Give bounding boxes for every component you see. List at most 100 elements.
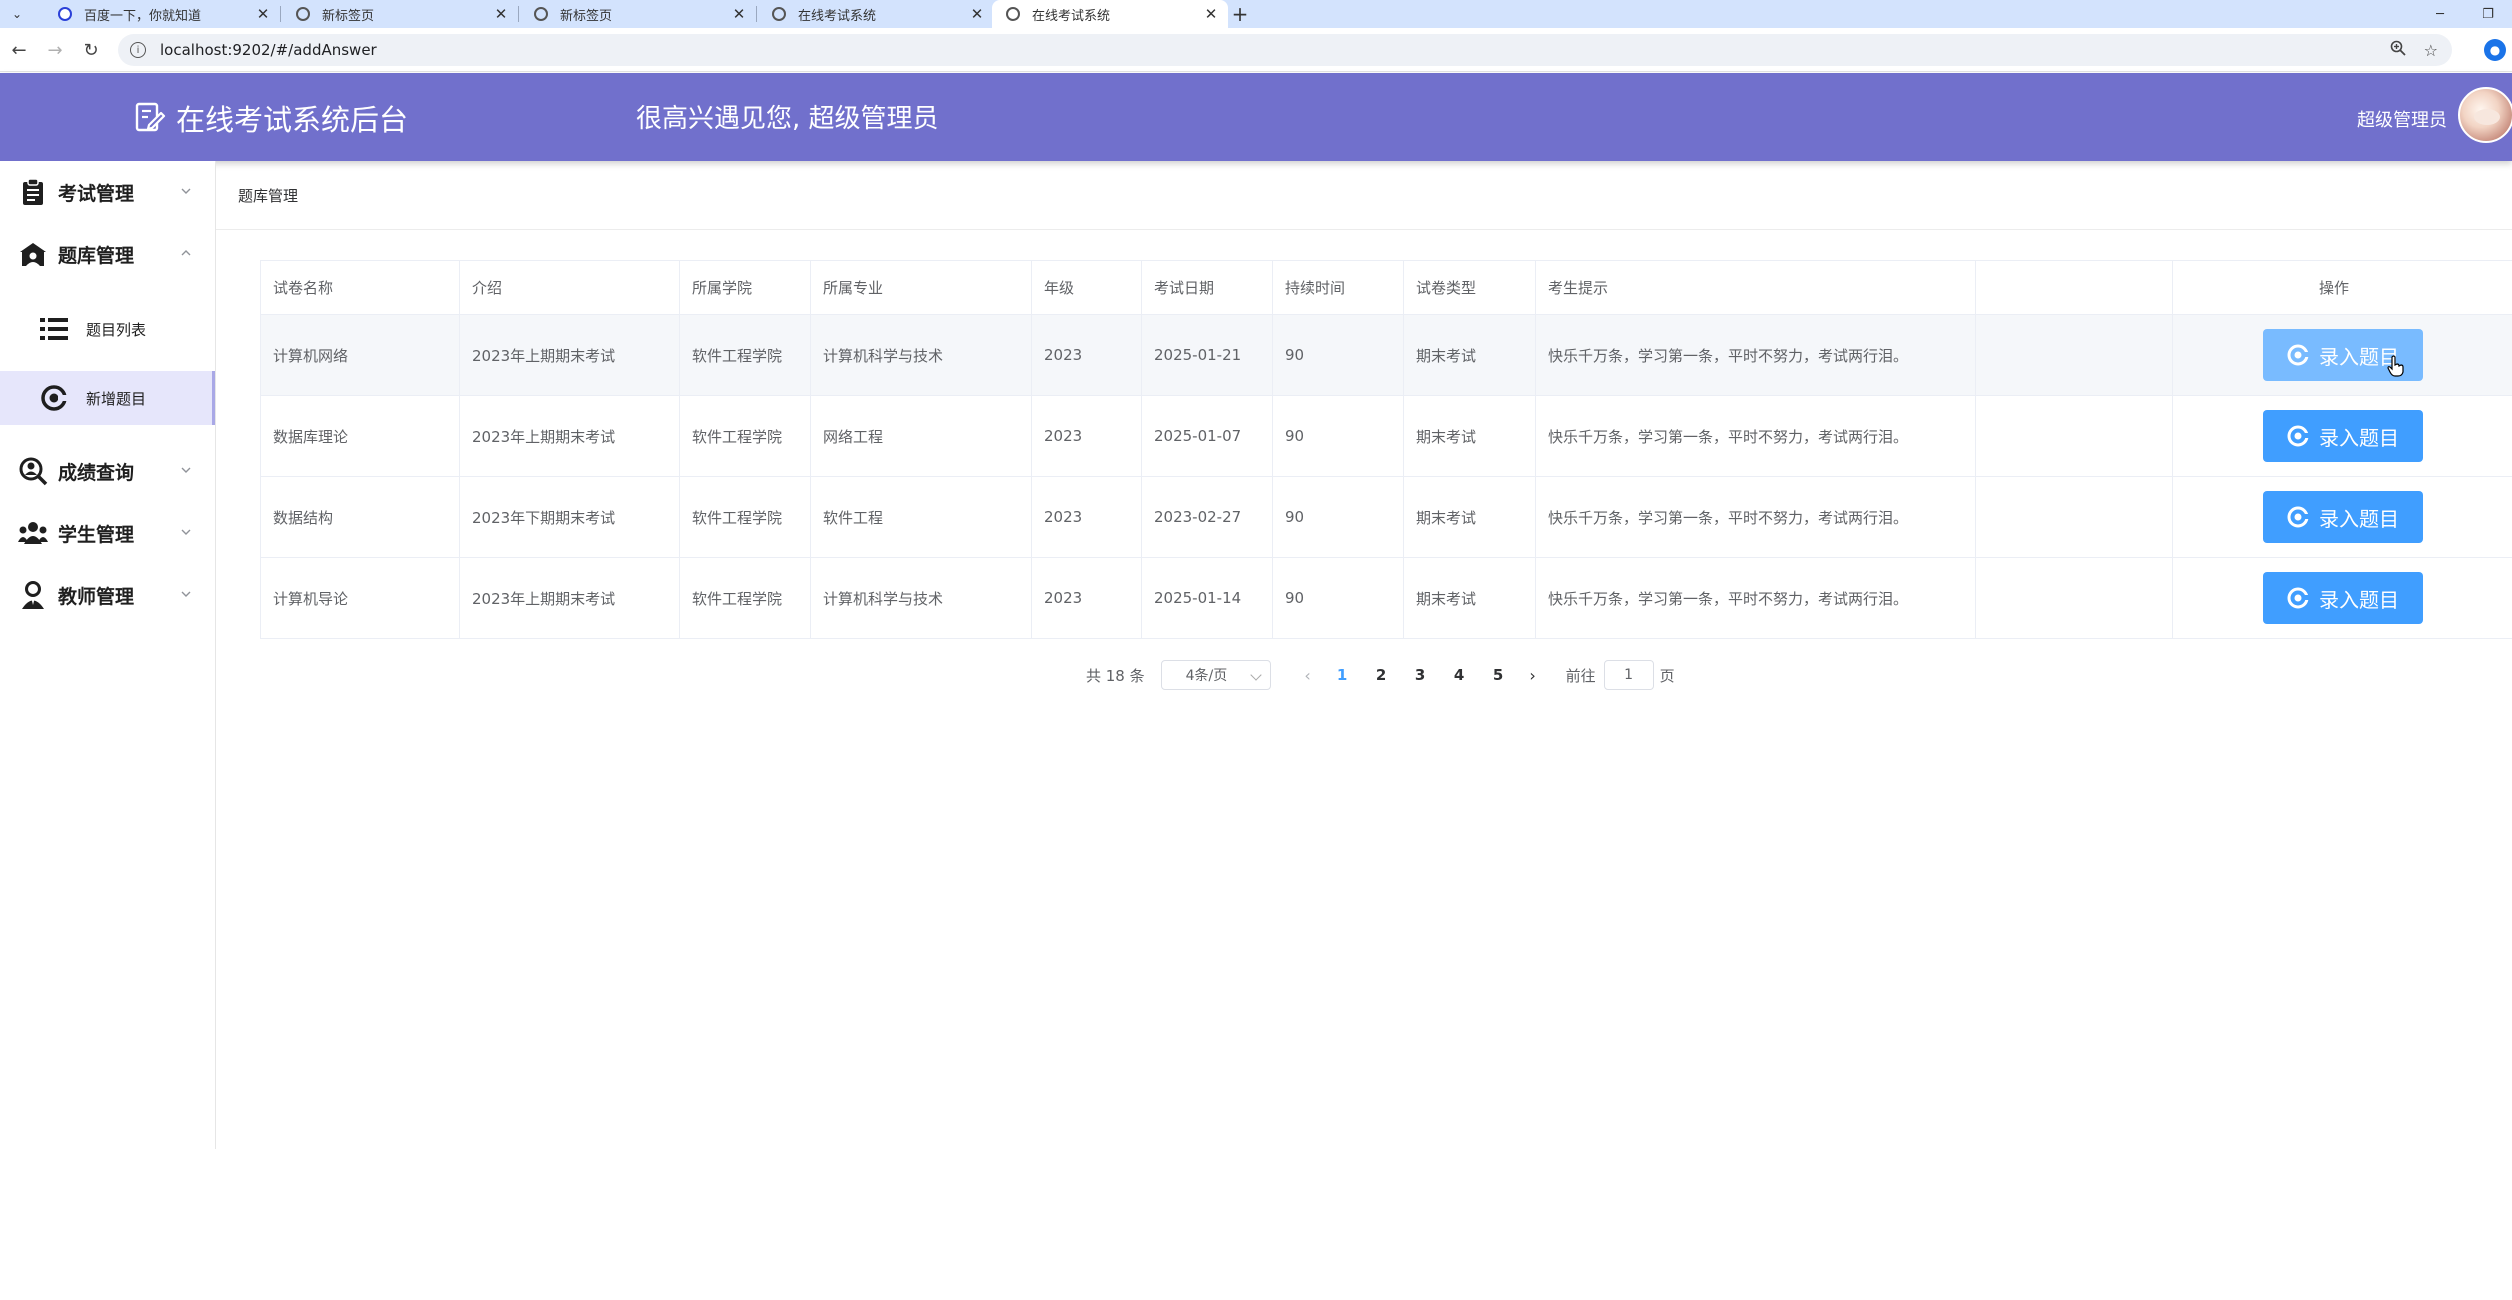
teacher-icon [18, 580, 48, 610]
close-tab-icon[interactable]: ✕ [728, 5, 750, 23]
cell-grade: 2023 [1031, 476, 1142, 558]
cell-major: 计算机科学与技术 [810, 314, 1032, 396]
column-header: 持续时间 [1272, 260, 1404, 315]
sidebar-item-question-bank[interactable]: 题库管理 [0, 223, 215, 285]
sidebar-item-exam-management[interactable]: 考试管理 [0, 161, 215, 223]
restore-window-icon[interactable]: ❐ [2468, 0, 2508, 28]
sidebar-subitem-question-list[interactable]: 题目列表 [0, 302, 215, 356]
sidebar-item-label: 成绩查询 [58, 461, 135, 484]
sidebar-subitem-label: 题目列表 [86, 320, 147, 339]
cell-date: 2025-01-14 [1141, 557, 1273, 639]
column-header: 考试日期 [1141, 260, 1273, 315]
column-header: 所属学院 [679, 260, 811, 315]
site-info-icon[interactable]: i [130, 42, 146, 58]
cell-intro: 2023年上期期末考试 [459, 395, 680, 477]
chevron-down-icon [1249, 669, 1262, 681]
sidebar-item-student-management[interactable]: 学生管理 [0, 502, 215, 564]
forward-arrow-icon[interactable]: → [42, 37, 68, 63]
cell-grade: 2023 [1031, 557, 1142, 639]
address-bar[interactable]: i localhost:9202/#/addAnswer ☆ [118, 34, 2452, 66]
cell-major: 网络工程 [810, 395, 1032, 477]
chevron-down-icon [181, 467, 191, 473]
page-size-value: 4条/页 [1185, 668, 1228, 684]
chevron-down-icon [181, 529, 191, 535]
chevron-down-icon [181, 188, 191, 194]
browser-tab-newtab-2[interactable]: 新标签页 ✕ [520, 0, 756, 28]
page-number[interactable]: 1 [1323, 666, 1362, 684]
table-row[interactable]: 数据库理论 2023年上期期末考试 软件工程学院 网络工程 2023 2025-… [260, 395, 2512, 477]
clipboard-icon [18, 177, 48, 207]
enter-questions-button[interactable]: 录入题目 [2263, 491, 2423, 543]
breadcrumb-divider [216, 229, 2512, 230]
browser-tab-exam-active[interactable]: 在线考试系统 ✕ [992, 0, 1228, 28]
user-name[interactable]: 超级管理员 [2357, 106, 2447, 132]
add-circle-icon [2287, 506, 2309, 528]
browser-toolbar: ← → ↻ i localhost:9202/#/addAnswer ☆ ● [0, 28, 2512, 72]
browser-tab-newtab-1[interactable]: 新标签页 ✕ [282, 0, 518, 28]
add-circle-icon [2287, 587, 2309, 609]
browser-profile-icon[interactable]: ● [2484, 39, 2506, 61]
cell-empty [1975, 557, 2173, 639]
close-tab-icon[interactable]: ✕ [252, 5, 274, 23]
cell-duration: 90 [1272, 557, 1404, 639]
add-circle-icon [40, 384, 68, 412]
sidebar: 考试管理 题库管理 题目列表 新增题目 成绩查询 学生管理 教师管理 [0, 161, 216, 1149]
bookmark-star-icon[interactable]: ☆ [2424, 41, 2438, 60]
sidebar-subitem-label: 新增题目 [86, 389, 147, 408]
breadcrumb[interactable]: 题库管理 [238, 185, 298, 206]
cell-intro: 2023年上期期末考试 [459, 314, 680, 396]
chevron-down-icon [181, 591, 191, 597]
globe-icon [1006, 7, 1020, 21]
avatar[interactable] [2458, 87, 2512, 143]
browser-tab-exam-1[interactable]: 在线考试系统 ✕ [758, 0, 994, 28]
table-row[interactable]: 计算机导论 2023年上期期末考试 软件工程学院 计算机科学与技术 2023 2… [260, 557, 2512, 639]
table-row[interactable]: 计算机网络 2023年上期期末考试 软件工程学院 计算机科学与技术 2023 2… [260, 314, 2512, 396]
next-page-button[interactable]: › [1518, 666, 1548, 685]
zoom-icon[interactable] [2390, 40, 2406, 60]
address-url[interactable]: localhost:9202/#/addAnswer [160, 41, 377, 59]
page-size-select[interactable]: 4条/页 [1160, 660, 1271, 690]
cell-duration: 90 [1272, 395, 1404, 477]
sidebar-item-label: 考试管理 [58, 182, 135, 205]
page-number[interactable]: 3 [1401, 666, 1440, 684]
reload-icon[interactable]: ↻ [78, 37, 104, 63]
cell-actions: 录入题目 [2172, 557, 2512, 639]
close-tab-icon[interactable]: ✕ [966, 5, 988, 23]
button-label: 录入题目 [2319, 589, 2399, 612]
goto-page-input[interactable] [1603, 660, 1654, 690]
new-tab-button[interactable]: + [1228, 0, 1252, 28]
page-number[interactable]: 5 [1479, 666, 1518, 684]
sidebar-item-label: 教师管理 [58, 585, 135, 608]
goto-suffix: 页 [1659, 666, 1675, 685]
close-tab-icon[interactable]: ✕ [1200, 5, 1222, 23]
sidebar-item-score-query[interactable]: 成绩查询 [0, 440, 215, 502]
table-row[interactable]: 数据结构 2023年下期期末考试 软件工程学院 软件工程 2023 2023-0… [260, 476, 2512, 558]
hand-cursor-icon [2387, 355, 2404, 377]
group-icon [18, 518, 48, 548]
back-arrow-icon[interactable]: ← [6, 37, 32, 63]
cell-major: 计算机科学与技术 [810, 557, 1032, 639]
page-number[interactable]: 4 [1440, 666, 1479, 684]
minimize-window-icon[interactable]: ─ [2420, 0, 2460, 28]
prev-page-button[interactable]: ‹ [1293, 666, 1323, 685]
list-icon [40, 315, 68, 343]
table-header-row: 试卷名称 介绍 所属学院 所属专业 年级 考试日期 持续时间 试卷类型 考生提示… [260, 260, 2512, 315]
app-header: 在线考试系统后台 很高兴遇见您, 超级管理员 超级管理员 [0, 73, 2512, 161]
enter-questions-button[interactable]: 录入题目 [2263, 572, 2423, 624]
browser-tab-title: 新标签页 [322, 8, 375, 24]
cell-college: 软件工程学院 [679, 557, 811, 639]
cell-empty [1975, 395, 2173, 477]
browser-tab-baidu[interactable]: 百度一下，你就知道 ✕ [44, 0, 280, 28]
sidebar-subitem-add-question[interactable]: 新增题目 [0, 371, 215, 425]
enter-questions-button[interactable]: 录入题目 [2263, 410, 2423, 462]
tab-search-menu-icon[interactable]: ⌄ [6, 3, 28, 25]
cell-date: 2025-01-07 [1141, 395, 1273, 477]
pagination: 共 18 条 4条/页 ‹ 1 2 3 4 5 › 前往 页 [1086, 660, 1675, 690]
cell-college: 软件工程学院 [679, 476, 811, 558]
tab-divider [756, 6, 757, 22]
column-header: 考生提示 [1535, 260, 1976, 315]
close-tab-icon[interactable]: ✕ [490, 5, 512, 23]
page-number[interactable]: 2 [1362, 666, 1401, 684]
cell-grade: 2023 [1031, 314, 1142, 396]
sidebar-item-teacher-management[interactable]: 教师管理 [0, 564, 215, 626]
